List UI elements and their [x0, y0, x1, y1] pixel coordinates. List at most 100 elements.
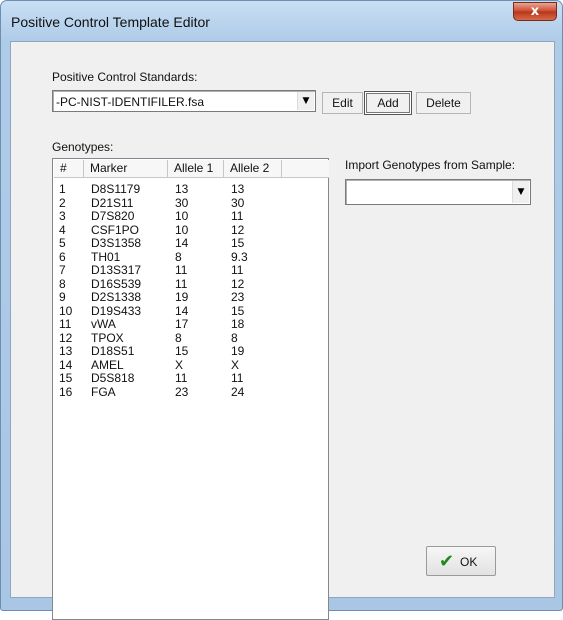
row-number: 1 [59, 182, 66, 196]
close-button[interactable]: x [513, 2, 557, 21]
allele1-cell: X [175, 357, 184, 372]
title-bar[interactable]: Positive Control Template Editor x [1, 1, 562, 41]
row-number: 7 [59, 263, 66, 277]
row-number: 15 [59, 371, 73, 385]
row-number: 14 [59, 357, 73, 372]
table-row[interactable]: 9 D2S1338 19 23 [54, 291, 329, 304]
row-number: 2 [59, 195, 66, 210]
import-label: Import Genotypes from Sample: [345, 158, 516, 172]
row-number: 11 [59, 317, 72, 331]
allele2-cell: 30 [231, 195, 245, 210]
allele1-cell: 11 [175, 263, 188, 277]
marker-cell: D3S1358 [91, 236, 142, 250]
marker-cell: CSF1PO [91, 222, 140, 237]
row-number: 16 [59, 384, 73, 399]
marker-cell: TH01 [91, 249, 121, 264]
close-icon: x [530, 4, 540, 19]
allele2-cell: 13 [231, 182, 245, 196]
row-number: 9 [59, 290, 66, 304]
allele2-cell: 24 [231, 384, 245, 399]
marker-cell: D13S317 [91, 263, 142, 277]
marker-cell: D8S1179 [91, 182, 141, 196]
allele1-cell: 23 [175, 384, 189, 399]
ok-button[interactable]: ✔ OK [426, 546, 496, 576]
column-header-marker[interactable]: Marker [84, 160, 168, 178]
import-sample-select[interactable]: ▼ [345, 179, 531, 205]
table-row[interactable]: 3 D7S820 10 11 [54, 210, 329, 223]
table-row[interactable]: 1 D8S1179 13 13 [54, 183, 329, 196]
marker-cell: D19S433 [91, 303, 142, 318]
genotypes-label: Genotypes: [52, 140, 114, 154]
allele2-cell: X [231, 357, 240, 372]
allele1-cell: 14 [175, 303, 189, 318]
marker-cell: D5S818 [91, 371, 135, 385]
marker-cell: TPOX [91, 330, 124, 345]
marker-cell: D21S11 [91, 195, 134, 210]
table-row[interactable]: 15 D5S818 11 11 [54, 372, 329, 385]
table-row[interactable]: 4 CSF1PO 10 12 [54, 222, 329, 237]
allele2-cell: 23 [231, 290, 245, 304]
allele2-cell: 19 [231, 344, 245, 358]
standards-label: Positive Control Standards: [52, 70, 198, 84]
chevron-down-icon[interactable]: ▼ [512, 181, 529, 203]
standards-selected-value: -PC-NIST-IDENTIFILER.fsa [56, 95, 205, 109]
allele2-cell: 11 [231, 209, 244, 223]
row-number: 13 [59, 344, 73, 358]
allele1-cell: 8 [175, 249, 182, 264]
allele1-cell: 8 [175, 330, 182, 345]
marker-cell: D2S1338 [91, 290, 142, 304]
allele1-cell: 30 [175, 195, 189, 210]
row-number: 5 [59, 236, 66, 250]
row-number: 3 [59, 209, 66, 223]
allele2-cell: 11 [231, 263, 244, 277]
allele2-cell: 12 [231, 222, 245, 237]
allele1-cell: 10 [175, 222, 189, 237]
table-row[interactable]: 7 D13S317 11 11 [54, 264, 329, 277]
column-header-allele2[interactable]: Allele 2 [224, 160, 282, 178]
table-row[interactable]: 12 TPOX 8 8 [54, 330, 329, 345]
edit-button[interactable]: Edit [322, 92, 363, 114]
row-number: 4 [59, 222, 66, 237]
allele1-cell: 14 [175, 236, 189, 250]
allele1-cell: 11 [175, 371, 188, 385]
allele1-cell: 13 [175, 182, 189, 196]
table-row[interactable]: 14 AMEL X X [54, 357, 329, 372]
table-row[interactable]: 10 D19S433 14 15 [54, 303, 329, 318]
row-number: 8 [59, 276, 66, 291]
marker-cell: D18S51 [91, 344, 135, 358]
column-header-allele1[interactable]: Allele 1 [168, 160, 224, 178]
allele2-cell: 8 [231, 330, 238, 345]
add-button[interactable]: Add [364, 91, 412, 115]
row-number: 10 [59, 303, 73, 318]
table-row[interactable]: 13 D18S51 15 19 [54, 345, 329, 358]
marker-cell: vWA [91, 317, 116, 331]
allele1-cell: 15 [175, 344, 189, 358]
standards-select[interactable]: -PC-NIST-IDENTIFILER.fsa ▼ [52, 90, 316, 112]
allele1-cell: 17 [175, 317, 189, 331]
allele2-cell: 12 [231, 276, 245, 291]
allele2-cell: 9.3 [231, 249, 248, 264]
genotypes-list[interactable]: # Marker Allele 1 Allele 2 1 D8S1179 13 13 2… [52, 158, 329, 620]
table-row[interactable]: 16 FGA 23 24 [54, 384, 329, 399]
allele2-cell: 15 [231, 303, 245, 318]
allele2-cell: 18 [231, 317, 245, 331]
table-row[interactable]: 11 vWA 17 18 [54, 318, 329, 331]
table-row[interactable]: 2 D21S11 30 30 [54, 195, 329, 210]
table-row[interactable]: 5 D3S1358 14 15 [54, 237, 329, 250]
marker-cell: FGA [91, 384, 116, 399]
marker-cell: D16S539 [91, 276, 142, 291]
checkmark-icon: ✔ [439, 551, 455, 572]
table-row[interactable]: 8 D16S539 11 12 [54, 276, 329, 291]
chevron-down-icon[interactable]: ▼ [297, 92, 314, 110]
column-header-filler [282, 160, 329, 178]
dialog-window: Positive Control Template Editor x Posit… [0, 0, 563, 620]
row-number: 12 [59, 330, 73, 345]
delete-button[interactable]: Delete [416, 92, 471, 114]
allele2-cell: 15 [231, 236, 245, 250]
allele2-cell: 11 [231, 371, 244, 385]
table-row[interactable]: 6 TH01 8 9.3 [54, 249, 329, 264]
window-title: Positive Control Template Editor [11, 14, 210, 30]
allele1-cell: 10 [175, 209, 189, 223]
column-header-number[interactable]: # [54, 160, 84, 178]
dialog-client-area: Positive Control Standards: -PC-NIST-IDE… [10, 41, 555, 620]
